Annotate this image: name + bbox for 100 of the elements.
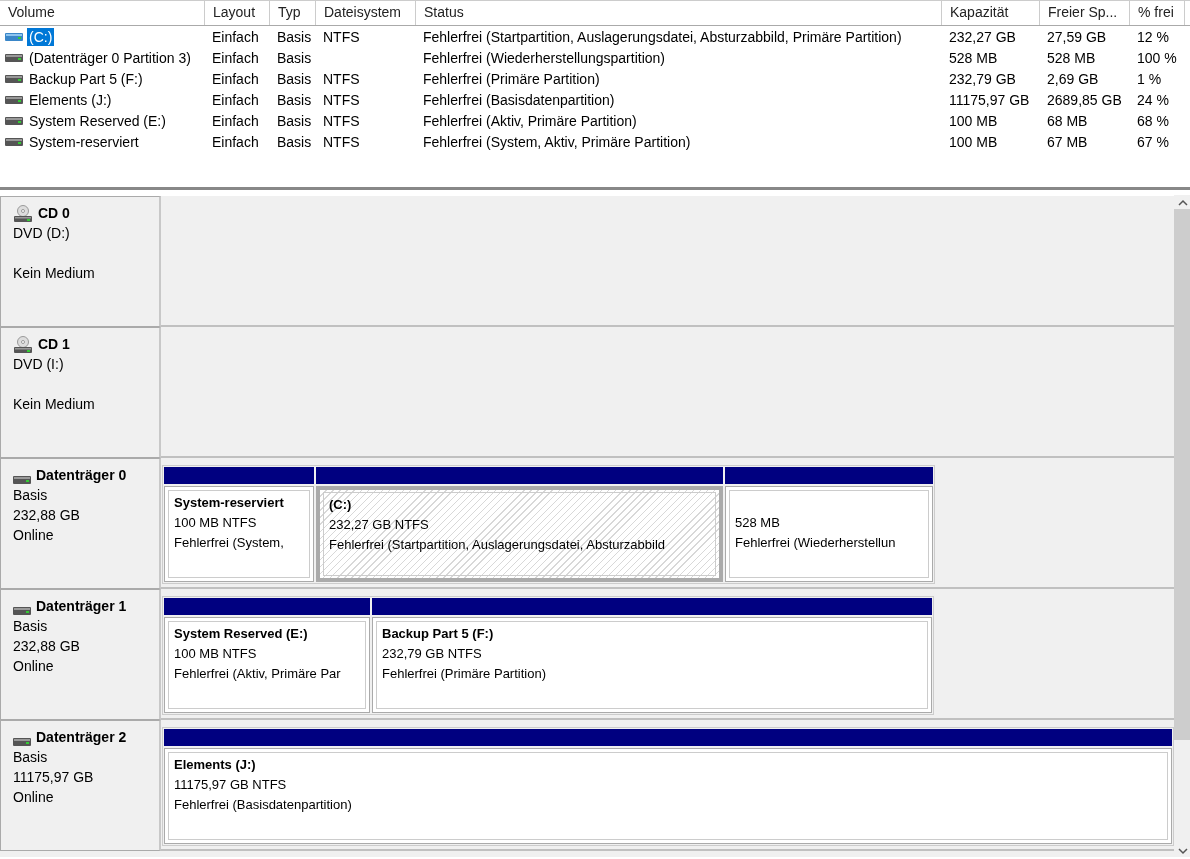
table-cell: Fehlerfrei (Primäre Partition) — [423, 70, 600, 87]
table-cell: NTFS — [323, 91, 360, 108]
disk-info: Online — [13, 526, 55, 545]
partition-status: Fehlerfrei (Startpartition, Auslagerungsdatei, Absturzabbild — [329, 536, 667, 554]
disk-info: 11175,97 GB — [13, 768, 95, 787]
table-cell: NTFS — [323, 112, 360, 129]
table-cell: Einfach — [212, 91, 259, 108]
drive-entry[interactable]: Elements (J:) — [27, 90, 114, 109]
table-cell: Basis — [277, 133, 312, 150]
partition-size: 528 MB — [735, 514, 781, 532]
table-cell: 11175,97 GB — [949, 91, 1030, 108]
table-cell: 67 MB — [1047, 133, 1088, 150]
table-cell: Fehlerfrei (System, Aktiv, Primäre Partition) — [423, 133, 691, 150]
table-cell: Einfach — [212, 28, 259, 45]
table-cell: NTFS — [323, 28, 360, 45]
drive-entry[interactable]: (C:) — [27, 27, 55, 46]
partition-size: 232,27 GB NTFS — [329, 516, 430, 534]
drive-icon — [13, 475, 31, 485]
disk-info: Kein Medium — [13, 395, 96, 414]
table-cell: 24 % — [1137, 91, 1169, 108]
table-cell: 100 MB — [949, 112, 998, 129]
table-cell: NTFS — [323, 133, 360, 150]
drive-icon — [5, 73, 23, 84]
cd-drive-icon — [13, 205, 33, 223]
drive-entry[interactable]: System-reserviert — [27, 132, 141, 151]
drive-entry[interactable]: System Reserved (E:) — [27, 111, 168, 130]
scroll-up-icon[interactable] — [1177, 199, 1188, 207]
partition-size: 100 MB NTFS — [174, 514, 258, 532]
disk-label-panel[interactable]: Datenträger 2 Basis 11175,97 GB Online — [0, 720, 161, 851]
cd-drive-icon — [13, 336, 33, 354]
partition-box[interactable]: (C:) 232,27 GB NTFS Fehlerfrei (Startpartition, Auslagerungsdatei, Absturzabbild — [316, 486, 723, 582]
partition-size: 11175,97 GB NTFS — [174, 776, 288, 794]
drive-entry[interactable]: Backup Part 5 (F:) — [27, 69, 145, 88]
disk-info: DVD (D:) — [13, 224, 71, 243]
table-cell: Fehlerfrei (Basisdatenpartition) — [423, 91, 615, 108]
disk-label-panel[interactable]: Datenträger 1 Basis 232,88 GB Online — [0, 589, 161, 720]
table-cell: Fehlerfrei (Startpartition, Auslagerungsdatei, Absturzabbild, Primäre Partition) — [423, 28, 902, 45]
table-cell: Basis — [277, 91, 312, 108]
table-cell: 68 MB — [1047, 112, 1088, 129]
table-cell: 232,27 GB — [949, 28, 1016, 45]
partition-title: System-reserviert — [174, 494, 285, 512]
partition-status: Fehlerfrei (Primäre Partition) — [382, 665, 547, 683]
disk-info: Basis — [13, 486, 49, 505]
table-cell: 27,59 GB — [1047, 28, 1107, 45]
partition-status: Fehlerfrei (Aktiv, Primäre Par — [174, 665, 342, 683]
drive-icon — [5, 115, 23, 126]
table-cell: 2,69 GB — [1047, 70, 1099, 87]
partition-title: Elements (J:) — [174, 756, 257, 774]
table-cell: Einfach — [212, 49, 259, 66]
partition-size: 232,79 GB NTFS — [382, 645, 483, 663]
table-cell: 100 MB — [949, 133, 998, 150]
partition-box[interactable]: Elements (J:) 11175,97 GB NTFS Fehlerfrei (Basisdatenpartition) — [164, 748, 1172, 844]
partition-size: 100 MB NTFS — [174, 645, 258, 663]
partition-title: System Reserved (E:) — [174, 625, 309, 643]
table-cell: Basis — [277, 28, 312, 45]
partition-box[interactable]: 528 MB Fehlerfrei (Wiederherstellun — [725, 486, 933, 582]
partition-status: Fehlerfrei (Basisdatenpartition) — [174, 796, 353, 814]
disk-name: Datenträger 2 — [36, 728, 127, 747]
table-cell: NTFS — [323, 70, 360, 87]
partition-box[interactable]: Backup Part 5 (F:) 232,79 GB NTFS Fehlerfrei (Primäre Partition) — [372, 617, 932, 713]
scrollbar-thumb[interactable] — [1174, 209, 1190, 740]
disk-label-panel[interactable]: Datenträger 0 Basis 232,88 GB Online — [0, 458, 161, 589]
drive-entry[interactable]: (Datenträger 0 Partition 3) — [27, 48, 193, 67]
drive-icon — [13, 606, 31, 616]
disk-name: CD 0 — [38, 204, 70, 223]
partition-title: Backup Part 5 (F:) — [382, 625, 495, 643]
drive-icon — [5, 31, 23, 42]
table-cell: 68 % — [1137, 112, 1169, 129]
table-cell: 1 % — [1137, 70, 1162, 87]
table-cell: Basis — [277, 112, 312, 129]
partition-box[interactable]: System-reserviert 100 MB NTFS Fehlerfrei (System, — [164, 486, 314, 582]
drive-icon — [5, 136, 23, 147]
partition-box[interactable]: System Reserved (E:) 100 MB NTFS Fehlerfrei (Aktiv, Primäre Par — [164, 617, 370, 713]
disk-info: 232,88 GB — [13, 506, 81, 525]
disk-label-panel[interactable]: CD 1 DVD (I:) Kein Medium — [0, 327, 161, 458]
disk-info: Online — [13, 788, 55, 807]
table-cell: 2689,85 GB — [1047, 91, 1122, 108]
table-cell: Fehlerfrei (Wiederherstellungspartition) — [423, 49, 665, 66]
table-cell: 528 MB — [949, 49, 998, 66]
disk-label-panel[interactable]: CD 0 DVD (D:) Kein Medium — [0, 196, 161, 327]
disk-info: Kein Medium — [13, 264, 96, 283]
disk-name: Datenträger 0 — [36, 466, 127, 485]
table-cell: Fehlerfrei (Aktiv, Primäre Partition) — [423, 112, 637, 129]
scroll-down-icon[interactable] — [1177, 847, 1188, 855]
table-cell: Einfach — [212, 70, 259, 87]
table-cell: 232,79 GB — [949, 70, 1016, 87]
disk-info: Basis — [13, 748, 49, 767]
table-cell: Einfach — [212, 133, 259, 150]
table-cell: 528 MB — [1047, 49, 1096, 66]
partition-status: Fehlerfrei (System, — [174, 534, 285, 552]
disk-name: Datenträger 1 — [36, 597, 127, 616]
drive-icon — [5, 52, 23, 63]
table-cell: Einfach — [212, 112, 259, 129]
drive-icon — [5, 94, 23, 105]
disk-info: DVD (I:) — [13, 355, 65, 374]
disk-name: CD 1 — [38, 335, 70, 354]
table-cell: 12 % — [1137, 28, 1169, 45]
table-cell: Basis — [277, 70, 312, 87]
table-cell: Basis — [277, 49, 312, 66]
disk-info: Basis — [13, 617, 49, 636]
